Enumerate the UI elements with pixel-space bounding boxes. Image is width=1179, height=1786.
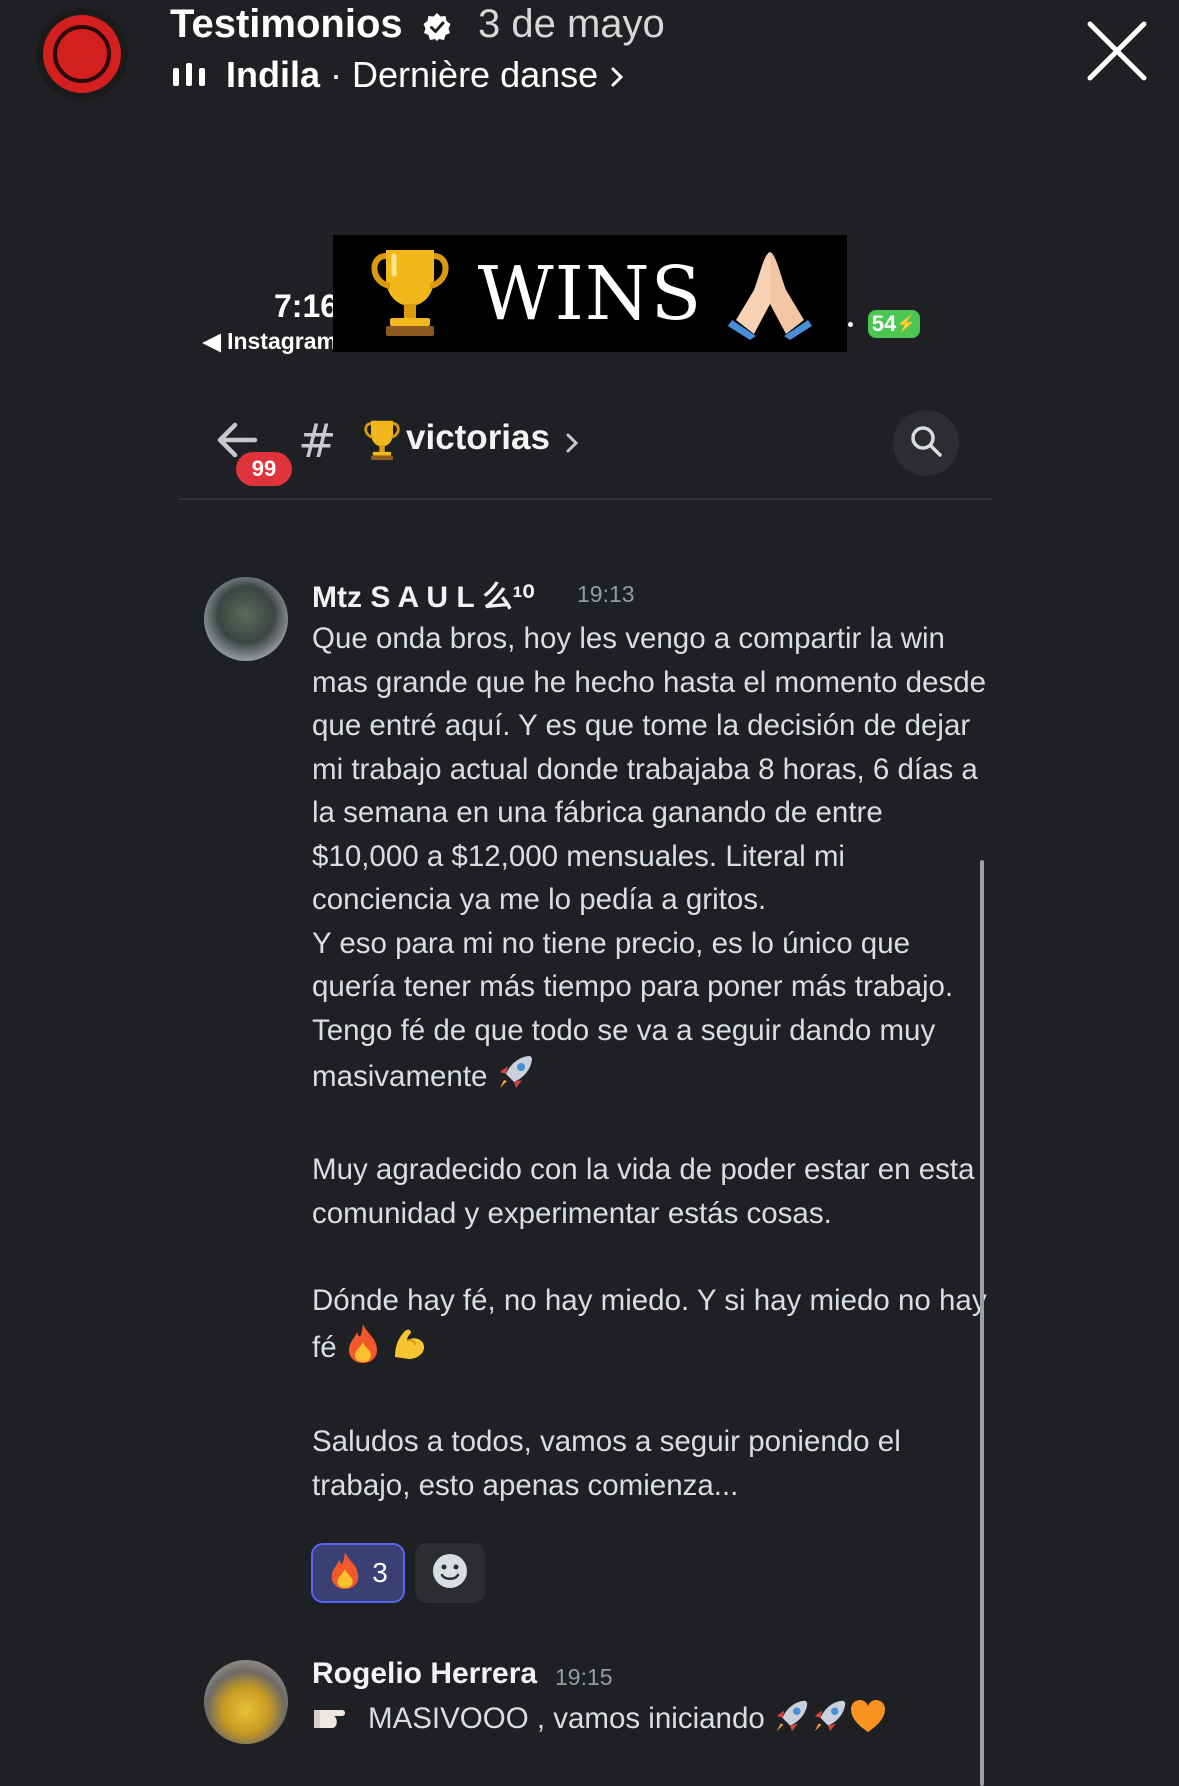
message-text: MASIVOOO , vamos iniciando	[368, 1701, 765, 1735]
text-channel-icon: #	[298, 414, 337, 468]
unread-count-badge: 99	[236, 452, 292, 486]
status-dot	[848, 322, 853, 327]
pointing-hand-icon	[312, 1700, 356, 1736]
story-date: 3 de mayo	[478, 2, 665, 46]
battery-indicator: 54 ⚡	[868, 310, 920, 338]
reaction-count: 3	[372, 1557, 388, 1588]
message-body: MASIVOOO , vamos iniciando	[368, 1697, 887, 1743]
header-divider	[178, 498, 992, 500]
back-to-instagram-link: ◀ Instagram	[203, 328, 338, 354]
user-avatar[interactable]	[204, 577, 288, 661]
trophy-icon	[364, 244, 456, 344]
story-header: Testimonios 3 de mayo Indila · Dernière …	[0, 0, 1179, 110]
orange-heart-icon	[849, 1698, 887, 1742]
add-reaction-button[interactable]	[415, 1543, 485, 1603]
rocket-icon	[496, 1052, 536, 1105]
rocket-icon	[773, 1697, 811, 1743]
account-avatar[interactable]	[36, 8, 128, 100]
message-author[interactable]: Rogelio Herrera	[312, 1657, 537, 1691]
fire-icon	[328, 1550, 362, 1597]
message-paragraph: Y eso para mi no tiene precio, es lo úni…	[312, 926, 954, 1094]
message-author[interactable]: Mtz S A U L 么¹⁰	[312, 572, 535, 616]
flexed-biceps-icon	[389, 1323, 429, 1376]
message-body: Que onda bros, hoy les vengo a compartir…	[312, 617, 992, 1507]
rocket-icon	[811, 1697, 849, 1743]
verified-badge-icon	[422, 12, 452, 46]
chevron-right-icon	[608, 54, 626, 95]
user-avatar[interactable]	[204, 1660, 288, 1744]
reaction-fire[interactable]: 3	[311, 1543, 405, 1603]
wins-title: WINS	[477, 250, 703, 337]
music-track-link[interactable]: Indila · Dernière danse	[226, 54, 626, 96]
search-button[interactable]	[893, 410, 959, 476]
trophy-icon	[360, 418, 404, 466]
music-separator: ·	[320, 54, 353, 95]
fire-icon	[345, 1322, 381, 1377]
music-artist: Indila	[226, 54, 321, 95]
wins-banner: WINS	[333, 235, 847, 352]
music-bars-icon	[172, 62, 206, 92]
message-paragraph: Que onda bros, hoy les vengo a compartir…	[312, 622, 987, 916]
praying-hands-icon	[724, 244, 816, 344]
phone-clock: 7:16	[274, 288, 339, 324]
account-name[interactable]: Testimonios	[170, 2, 403, 47]
message-paragraph: Saludos a todos, vamos a seguir poniendo…	[312, 1425, 901, 1502]
message-timestamp: 19:13	[577, 581, 635, 607]
music-track: Dernière danse	[352, 54, 599, 95]
message-paragraph: Muy agradecido con la vida de poder esta…	[312, 1153, 975, 1230]
search-icon	[909, 424, 943, 462]
message-timestamp: 19:15	[555, 1664, 613, 1690]
scrollbar[interactable]	[980, 860, 984, 1786]
channel-name[interactable]: victorias	[406, 418, 550, 458]
smiley-icon	[431, 1552, 469, 1594]
chevron-right-icon[interactable]	[564, 430, 580, 460]
close-icon[interactable]	[1086, 20, 1148, 82]
